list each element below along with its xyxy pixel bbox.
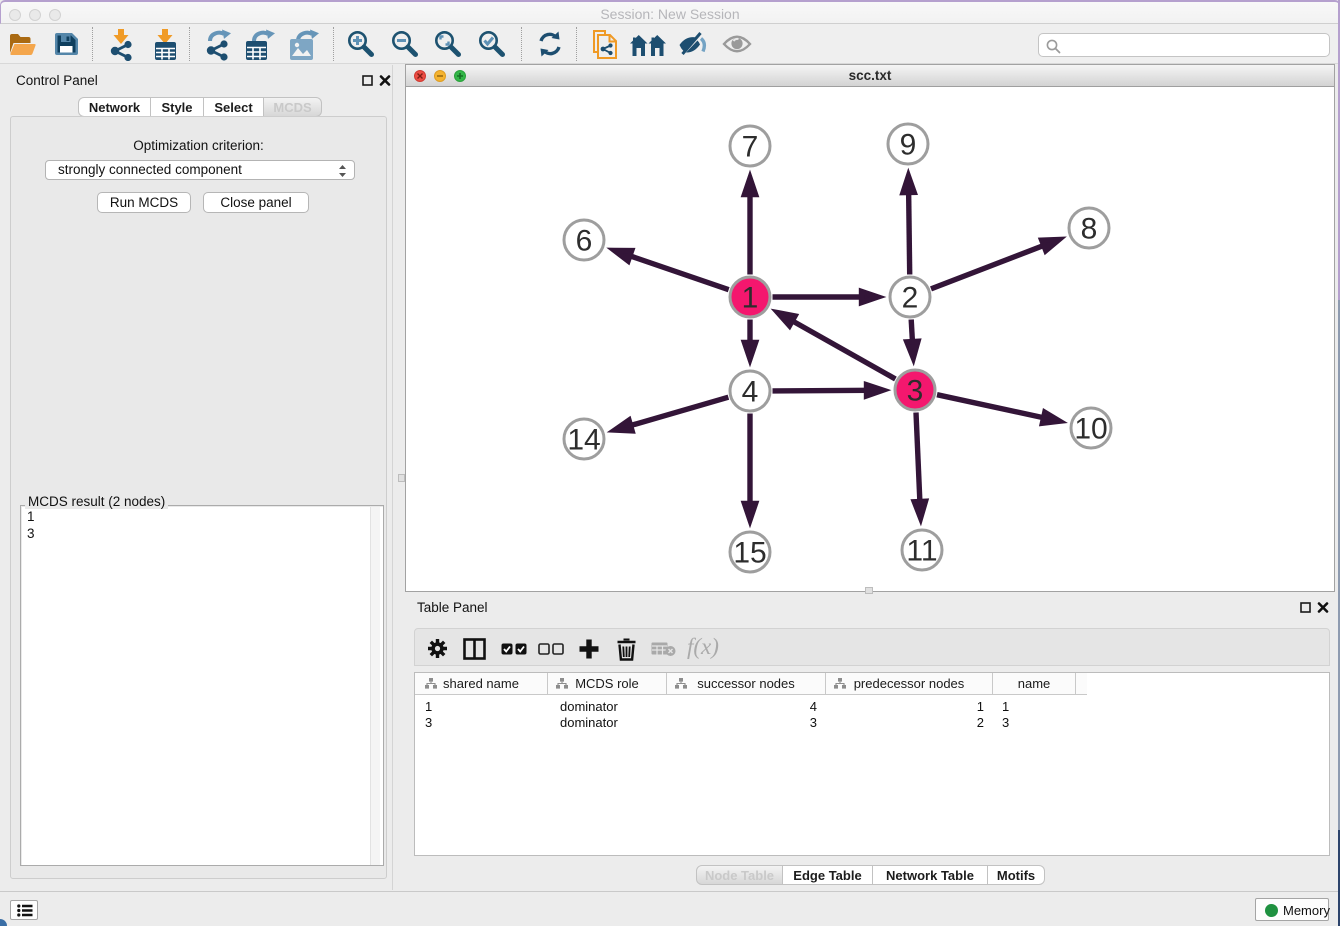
svg-text:15: 15 [733, 537, 766, 570]
svg-text:6: 6 [576, 225, 593, 258]
svg-text:2: 2 [902, 282, 919, 315]
svg-text:9: 9 [900, 129, 917, 162]
svg-text:3: 3 [907, 375, 924, 408]
svg-text:14: 14 [567, 424, 600, 457]
svg-text:4: 4 [742, 376, 759, 409]
svg-text:11: 11 [906, 535, 937, 568]
svg-text:7: 7 [742, 131, 759, 164]
svg-text:1: 1 [742, 282, 759, 315]
svg-text:10: 10 [1074, 413, 1107, 446]
svg-text:8: 8 [1081, 213, 1098, 246]
